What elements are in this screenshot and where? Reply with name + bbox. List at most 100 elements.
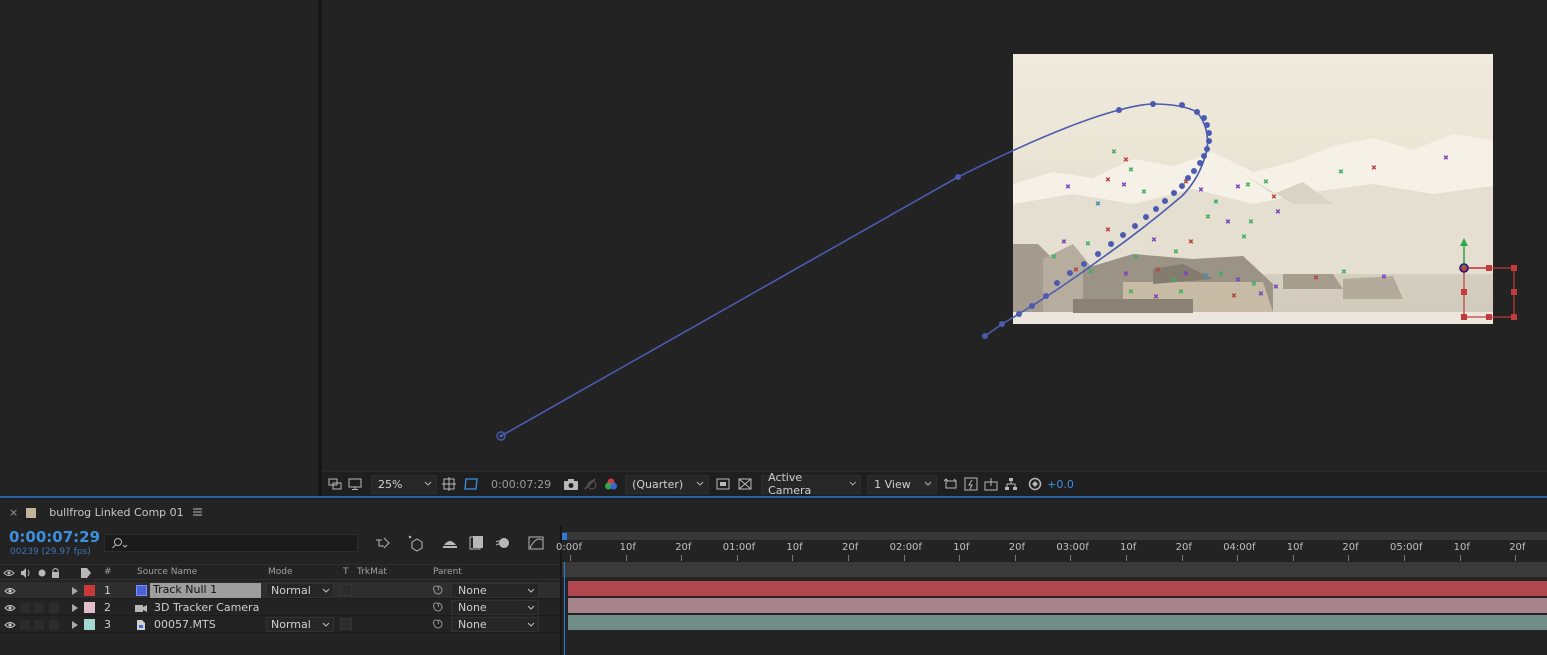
lock-switch[interactable] (49, 586, 59, 596)
composition-flowchart-icon[interactable] (374, 534, 392, 552)
camera-view-value: Active Camera (768, 471, 812, 497)
motion-blur-icon[interactable] (494, 534, 512, 552)
draft-3d-icon[interactable] (407, 534, 425, 552)
ruler-tick-label: 01:00f (722, 542, 756, 553)
transparency-grid-icon[interactable] (463, 476, 479, 492)
ruler-tick-label: 02:00f (889, 542, 922, 553)
eye-icon[interactable] (4, 620, 16, 630)
ruler-tick-label: 05:00f (1390, 542, 1423, 553)
eye-icon[interactable] (4, 603, 16, 613)
solo-switch[interactable] (34, 620, 44, 630)
layer-row[interactable]: 3 00057.MTS Normal None (0, 616, 560, 633)
ruler-tick-label: 20f (1175, 542, 1192, 553)
preserve-transparency-box[interactable] (340, 584, 352, 596)
work-area-bar[interactable] (562, 562, 1547, 577)
audio-switch[interactable] (20, 603, 30, 613)
ruler-tick (1126, 555, 1127, 561)
transparency-checker-icon[interactable] (737, 476, 753, 492)
layer-selection-handles[interactable] (1459, 238, 1517, 320)
col-source-name[interactable]: Source Name (137, 567, 197, 577)
blend-mode-dropdown[interactable]: Normal (266, 583, 334, 598)
ruler-tick-label: 10f (1453, 542, 1470, 553)
exposure-value[interactable]: +0.0 (1047, 478, 1074, 491)
fast-previews-icon[interactable] (963, 476, 979, 492)
resolution-dropdown[interactable]: (Quarter) (625, 474, 710, 494)
fit-icon[interactable] (441, 476, 457, 492)
keyframe-dots[interactable] (496, 101, 1212, 441)
composition-viewer[interactable]: ✖ ✖ ✖ ✖ ✖ ✖ ✖ ✖ ✖ ✖ ✖ ✖ ✖ ✖ ✖ ✖ ✖ ✖ ✖ ✖ ✖ ✖ ✖ ✖ ✖ ✖ ✖… (322, 0, 1547, 471)
ruler-tick (959, 555, 961, 561)
expand-arrow[interactable] (72, 604, 78, 612)
time-ruler[interactable]: 0:00f 10f 20f 01:00f 10f 20f 02:00f 10f 20f 03:00… (556, 540, 1547, 561)
expand-arrow[interactable] (72, 587, 78, 595)
layer-search-input[interactable] (104, 534, 358, 552)
chevron-down-icon (527, 605, 535, 610)
pixel-aspect-icon[interactable] (943, 476, 959, 492)
parent-dropdown[interactable]: None (451, 617, 539, 632)
chevron-down-icon (924, 481, 932, 486)
eye-icon[interactable] (4, 586, 16, 596)
layer-duration-bar[interactable] (568, 581, 1547, 596)
show-snapshot-icon[interactable] (583, 476, 599, 492)
magnification-dropdown[interactable]: 25% (371, 474, 437, 494)
label-color-chip[interactable] (84, 585, 95, 596)
chevron-down-icon (696, 481, 704, 486)
shy-layers-icon[interactable] (441, 534, 459, 552)
ruler-tick (1014, 555, 1016, 561)
reset-exposure-icon[interactable] (1027, 476, 1043, 492)
graph-editor-icon[interactable] (527, 534, 545, 552)
ruler-tick (1404, 555, 1405, 561)
color-channels-icon[interactable] (603, 476, 619, 492)
audio-switch[interactable] (20, 620, 30, 630)
ruler-tick-label: 20f (1342, 542, 1359, 553)
magnification-value: 25% (378, 477, 403, 491)
view-layout-dropdown[interactable]: 1 View (867, 474, 938, 494)
ruler-tick (625, 555, 627, 561)
camera-view-dropdown[interactable]: Active Camera (761, 471, 862, 497)
time-navigator[interactable] (562, 532, 1547, 540)
blend-mode-dropdown[interactable]: Normal (266, 617, 334, 632)
layer-duration-bar[interactable] (568, 615, 1547, 630)
pick-whip-icon[interactable] (432, 601, 444, 613)
region-of-interest-icon[interactable] (715, 476, 731, 492)
solo-switch[interactable] (34, 586, 44, 596)
av-features-icons (3, 568, 59, 578)
flowchart-icon[interactable] (1003, 476, 1019, 492)
expand-arrow[interactable] (72, 621, 78, 629)
current-time-line (564, 562, 565, 655)
panel-menu-icon[interactable] (192, 506, 202, 519)
audio-switch[interactable] (20, 586, 30, 596)
timeline-tracks[interactable]: 0:00f 10f 20f 01:00f 10f 20f 02:00f 10f 20f 03:00… (556, 526, 1547, 655)
label-color-chip[interactable] (84, 602, 95, 613)
layer-duration-bar[interactable] (568, 598, 1547, 613)
parent-dropdown[interactable]: None (451, 600, 539, 615)
always-preview-icon[interactable] (327, 476, 343, 492)
viewer-timecode[interactable]: 0:00:07:29 (491, 478, 551, 491)
lock-switch[interactable] (49, 620, 59, 630)
layer-name[interactable]: 3D Tracker Camera (154, 601, 259, 614)
preserve-transparency-box[interactable] (340, 618, 352, 630)
col-mode: Mode (268, 567, 293, 577)
ruler-tick-label: 10f (786, 542, 803, 553)
pick-whip-icon[interactable] (432, 584, 444, 596)
motion-path[interactable] (500, 103, 1209, 437)
frame-blending-icon[interactable] (467, 534, 485, 552)
layer-row[interactable]: 2 3D Tracker Camera None (0, 599, 560, 616)
timeline-icon[interactable] (983, 476, 999, 492)
monitor-icon[interactable] (347, 476, 363, 492)
solo-switch[interactable] (34, 603, 44, 613)
layer-name[interactable]: Track Null 1 (150, 583, 261, 598)
lock-switch[interactable] (49, 603, 59, 613)
ruler-tick-label: 0:00f (556, 542, 582, 553)
pick-whip-icon[interactable] (432, 618, 444, 630)
close-tab-icon[interactable]: × (9, 506, 18, 519)
camera-snapshot-icon[interactable] (563, 476, 579, 492)
ruler-tick (570, 555, 571, 561)
layer-name[interactable]: 00057.MTS (154, 618, 216, 631)
composition-tab-title[interactable]: bullfrog Linked Comp 01 (49, 506, 183, 519)
chevron-down-icon (527, 588, 535, 593)
layer-row[interactable]: 1 Track Null 1 Normal None (0, 582, 560, 599)
parent-dropdown[interactable]: None (451, 583, 539, 598)
current-time[interactable]: 0:00:07:29 (9, 528, 100, 546)
label-color-chip[interactable] (84, 619, 95, 630)
